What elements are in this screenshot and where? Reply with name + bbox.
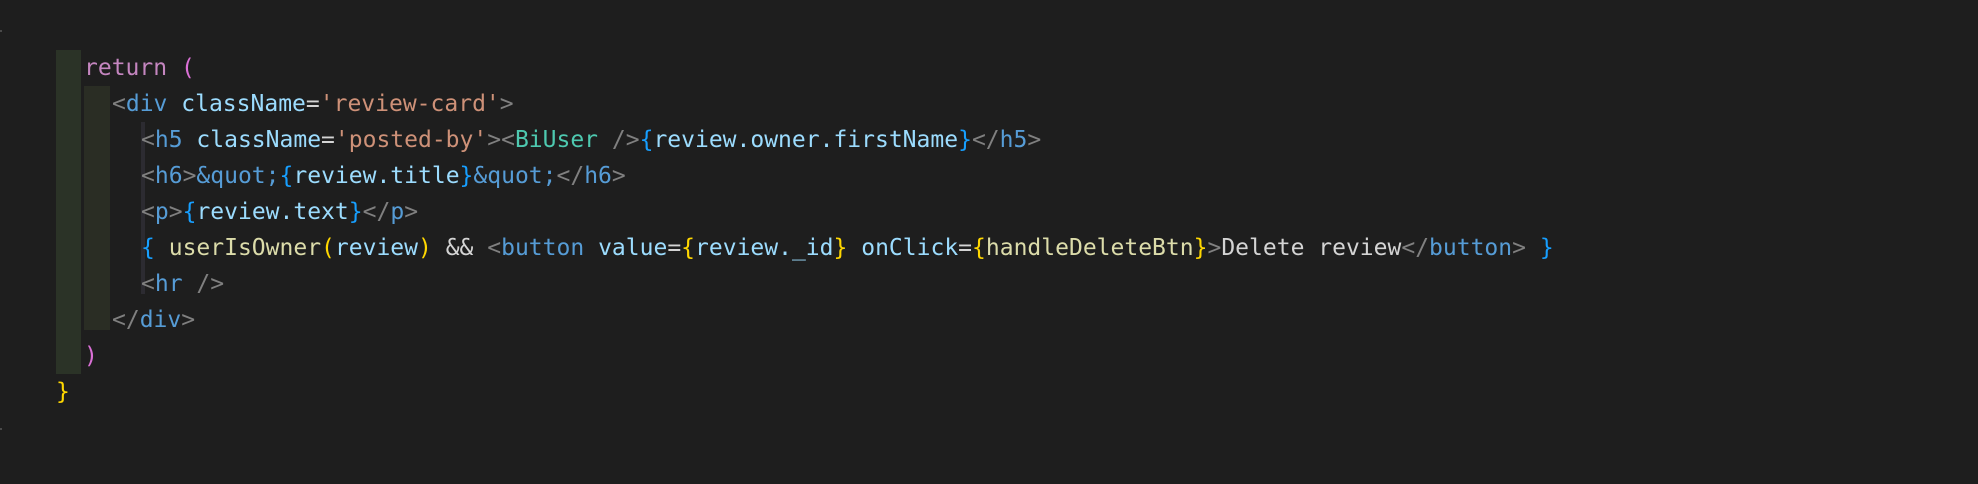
code-token: &quot; bbox=[196, 163, 280, 189]
code-line[interactable]: return ( bbox=[84, 50, 195, 86]
code-token: > bbox=[181, 307, 196, 333]
code-line[interactable]: <h6>&quot;{review.title}&quot;</h6> bbox=[141, 158, 626, 194]
code-token: handleDeleteBtn bbox=[985, 235, 1194, 261]
code-token: hr bbox=[154, 271, 183, 297]
code-token: value bbox=[598, 235, 668, 261]
code-token: p bbox=[390, 199, 405, 225]
code-token: &quot; bbox=[473, 163, 557, 189]
code-token: >< bbox=[487, 127, 515, 153]
code-line[interactable]: ) bbox=[84, 338, 98, 374]
code-token: = bbox=[305, 91, 320, 117]
code-token: > bbox=[1027, 127, 1042, 153]
code-line[interactable]: } bbox=[56, 374, 70, 410]
code-token: 'review-card' bbox=[319, 91, 500, 117]
code-token: userIsOwner bbox=[168, 235, 322, 261]
code-token: > bbox=[168, 199, 183, 225]
code-token: h5 bbox=[999, 127, 1028, 153]
code-line[interactable]: { userIsOwner(review) && <button value={… bbox=[141, 230, 1554, 266]
code-token: p bbox=[154, 199, 169, 225]
code-token: > bbox=[1207, 235, 1222, 261]
code-token: ( bbox=[321, 235, 335, 261]
code-token: = bbox=[667, 235, 682, 261]
code-token: } bbox=[1539, 235, 1554, 261]
code-token: < bbox=[112, 91, 126, 117]
code-token: > bbox=[182, 163, 197, 189]
code-token: { bbox=[639, 127, 654, 153]
code-token: < bbox=[141, 127, 155, 153]
code-token: </ bbox=[971, 127, 1000, 153]
indent-guide-level-2 bbox=[84, 86, 110, 330]
code-line[interactable]: </div> bbox=[112, 302, 195, 338]
code-token: < bbox=[487, 235, 502, 261]
code-line[interactable]: <hr /> bbox=[141, 266, 224, 302]
code-token: ( bbox=[180, 55, 195, 81]
code-token: h5 bbox=[154, 127, 183, 153]
code-line[interactable]: <p>{review.text}</p> bbox=[141, 194, 418, 230]
code-token: review bbox=[334, 235, 418, 261]
code-token: div bbox=[125, 91, 168, 117]
gutter-mark bbox=[0, 428, 2, 430]
code-token: } bbox=[958, 127, 972, 153]
code-token: /> bbox=[598, 127, 640, 153]
code-token: > bbox=[404, 199, 419, 225]
code-token: < bbox=[141, 199, 155, 225]
code-token: review.title bbox=[293, 163, 460, 189]
code-token: { bbox=[681, 235, 696, 261]
code-token: ) bbox=[418, 235, 432, 261]
code-token: Delete review bbox=[1221, 235, 1402, 261]
code-token: className bbox=[196, 127, 322, 153]
code-token: } bbox=[56, 379, 70, 405]
code-token: div bbox=[139, 307, 182, 333]
code-token: onClick bbox=[861, 235, 959, 261]
code-token: /> bbox=[182, 271, 225, 297]
code-token: return bbox=[84, 55, 168, 81]
code-token: review._id bbox=[695, 235, 834, 261]
code-token: ) bbox=[84, 343, 98, 369]
code-token: button bbox=[501, 235, 585, 261]
code-token: && bbox=[431, 235, 488, 261]
code-token: { bbox=[972, 235, 986, 261]
code-token: = bbox=[958, 235, 973, 261]
code-token: { bbox=[182, 199, 197, 225]
code-token: </ bbox=[556, 163, 585, 189]
code-line[interactable]: <h5 className='posted-by'><BiUser />{rev… bbox=[141, 122, 1041, 158]
code-token: { bbox=[279, 163, 294, 189]
code-token: className bbox=[181, 91, 306, 117]
code-token: = bbox=[321, 127, 335, 153]
code-token: button bbox=[1429, 235, 1513, 261]
code-token: review.text bbox=[196, 199, 349, 225]
code-token: review.owner.firstName bbox=[653, 127, 959, 153]
code-token: h6 bbox=[584, 163, 612, 189]
code-editor[interactable]: return ( <div className='review-card'> <… bbox=[0, 0, 1978, 484]
code-token: } bbox=[459, 163, 474, 189]
indent-guide-level-1 bbox=[56, 50, 81, 374]
code-token: </ bbox=[1401, 235, 1430, 261]
code-token: BiUser bbox=[514, 127, 599, 153]
code-token: h6 bbox=[154, 163, 183, 189]
code-token: 'posted-by' bbox=[334, 127, 488, 153]
code-token: </ bbox=[112, 307, 140, 333]
code-token: > bbox=[499, 91, 514, 117]
gutter-marks bbox=[0, 0, 4, 484]
code-token: } bbox=[833, 235, 848, 261]
code-token: </ bbox=[362, 199, 391, 225]
code-token: } bbox=[1193, 235, 1208, 261]
code-token: > bbox=[1512, 235, 1526, 261]
code-line[interactable]: <div className='review-card'> bbox=[112, 86, 514, 122]
code-token: { bbox=[141, 235, 155, 261]
code-token: } bbox=[348, 199, 363, 225]
code-token: < bbox=[141, 163, 155, 189]
code-token: < bbox=[141, 271, 155, 297]
code-token: > bbox=[611, 163, 626, 189]
gutter-mark bbox=[0, 30, 2, 32]
